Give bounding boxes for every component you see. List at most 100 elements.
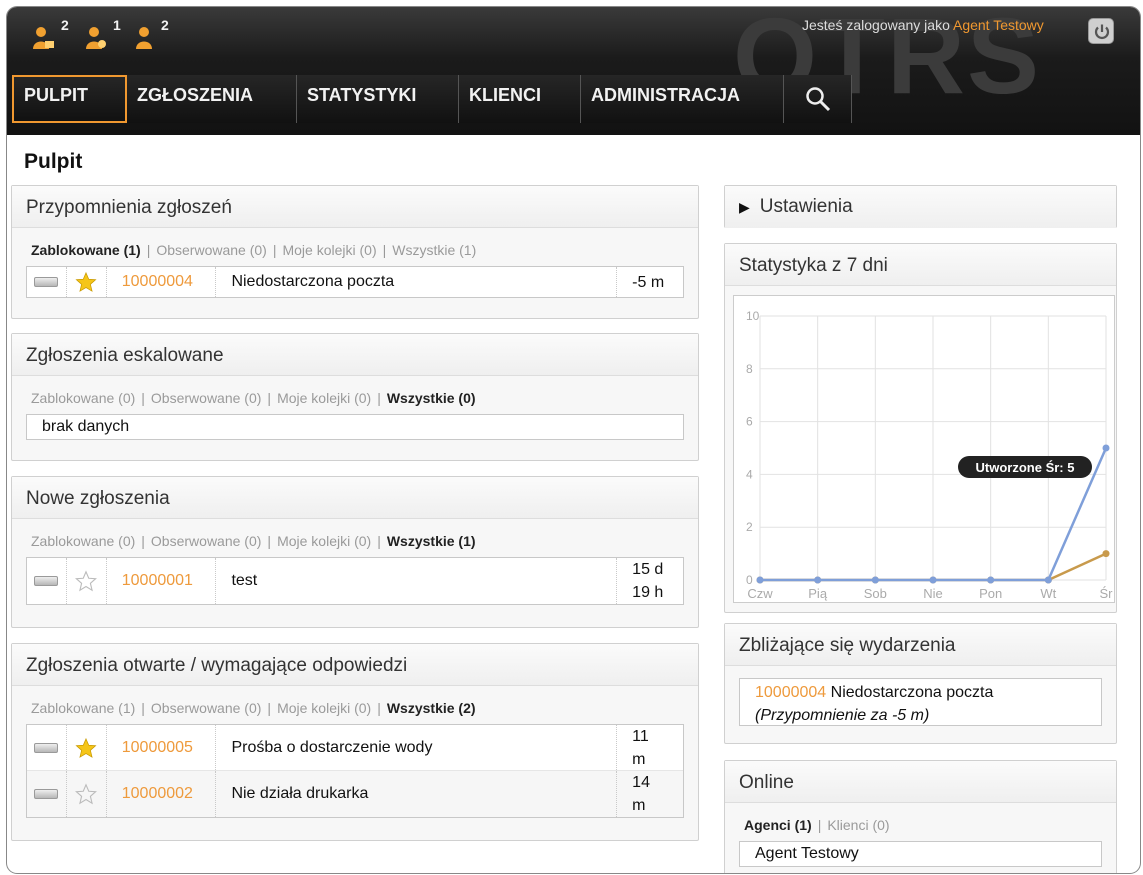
events-widget: Zbliżające się wydarzenia 10000004 Niedo… <box>724 623 1117 744</box>
filter-all[interactable]: Wszystkie (2) <box>387 700 476 716</box>
data-point <box>1102 550 1110 558</box>
filter-locked[interactable]: Zablokowane (0) <box>31 390 135 406</box>
table-row[interactable]: 10000002 Nie działa drukarka 14 m <box>27 771 683 817</box>
star-outline-icon[interactable] <box>67 558 107 604</box>
data-point <box>871 576 879 584</box>
filter-my-queues[interactable]: Moje kolejki (0) <box>277 390 371 406</box>
x-tick-label: Nie <box>923 586 943 601</box>
ticket-age-line: 14 <box>632 774 650 791</box>
reminders-widget: Przypomnienia zgłoszeń Zablokowane (1) | O… <box>11 185 699 319</box>
new-tickets-filters: Zablokowane (0) | Obserwowane (0) | Moje kol… <box>31 533 476 549</box>
settings-widget[interactable]: ▶ Ustawienia <box>724 185 1117 228</box>
star-filled-icon[interactable] <box>67 725 107 770</box>
locked-tickets-icon[interactable]: 2 <box>31 15 71 55</box>
new-tickets-widget: Nowe zgłoszenia Zablokowane (0) | Obserwow… <box>11 476 699 628</box>
power-icon <box>1094 24 1110 39</box>
x-tick-label: Pią <box>808 586 828 601</box>
ticket-title[interactable]: Niedostarczona poczta <box>216 267 618 297</box>
watched-tickets-icon[interactable]: 1 <box>83 15 123 55</box>
ticket-title[interactable]: Prośba o dostarczenie wody <box>216 725 618 770</box>
nav-pulpit[interactable]: PULPIT <box>12 75 127 123</box>
star-filled-icon[interactable] <box>67 267 107 297</box>
filter-my-queues[interactable]: Moje kolejki (0) <box>277 700 371 716</box>
table-row[interactable]: 10000004 Niedostarczona poczta -5 m <box>27 267 683 297</box>
y-tick-label: 6 <box>746 415 753 429</box>
nav-klienci[interactable]: KLIENCI <box>459 75 581 123</box>
data-point <box>1102 444 1110 452</box>
x-tick-label: Śr <box>1100 586 1114 601</box>
header-bar: OTRS 2 1 2 Jesteś zalogowany jako Agent … <box>7 7 1140 135</box>
ticket-number-link[interactable]: 10000005 <box>107 725 217 770</box>
online-widget: Online Agenci (1) | Klienci (0) Agent Test… <box>724 760 1117 873</box>
reminders-title: Przypomnienia zgłoszeń <box>12 186 698 228</box>
new-tickets-title: Nowe zgłoszenia <box>12 477 698 519</box>
filter-locked[interactable]: Zablokowane (0) <box>31 533 135 549</box>
nav-zgloszenia[interactable]: ZGŁOSZENIA <box>127 75 297 123</box>
y-tick-label: 10 <box>746 309 760 323</box>
escalated-title: Zgłoszenia eskalowane <box>12 334 698 376</box>
reminders-table: 10000004 Niedostarczona poczta -5 m <box>26 266 684 298</box>
nav-administracja[interactable]: ADMINISTRACJA <box>581 75 784 123</box>
online-agent: Agent Testowy <box>739 841 1102 867</box>
filter-my-queues[interactable]: Moje kolejki (0) <box>282 242 376 258</box>
online-filters: Agenci (1) | Klienci (0) <box>744 817 890 833</box>
page-title: Pulpit <box>24 150 83 173</box>
settings-toggle[interactable]: ▶ Ustawienia <box>725 186 1116 228</box>
watched-count: 1 <box>113 17 121 33</box>
stats-chart: 0 2 4 6 8 10 Czw Pią Sob Nie Pon Wt Śr Utworzone Śr: … <box>733 295 1115 603</box>
table-row[interactable]: 10000005 Prośba o dostarczenie wody 11 m <box>27 725 683 771</box>
event-item: 10000004 Niedostarczona poczta (Przypomn… <box>739 678 1102 726</box>
filter-watched[interactable]: Obserwowane (0) <box>151 700 262 716</box>
ticket-number-link[interactable]: 10000001 <box>107 558 217 604</box>
y-tick-label: 8 <box>746 362 753 376</box>
responsible-tickets-icon[interactable]: 2 <box>133 15 173 55</box>
ticket-number-link[interactable]: 10000004 <box>107 267 217 297</box>
stats-widget: Statystyka z 7 dni 0 2 4 6 8 10 Czw Pią Sob Nie Po… <box>724 243 1117 613</box>
filter-all[interactable]: Wszystkie (0) <box>387 390 476 406</box>
login-info: Jesteś zalogowany jako Agent Testowy <box>802 17 1044 33</box>
filter-customers[interactable]: Klienci (0) <box>827 817 889 833</box>
filter-locked[interactable]: Zablokowane (1) <box>31 242 141 258</box>
ticket-age-line: m <box>632 750 646 768</box>
nav-search-button[interactable] <box>784 75 852 123</box>
y-tick-label: 0 <box>746 573 753 587</box>
logout-button[interactable] <box>1088 18 1114 44</box>
filter-all[interactable]: Wszystkie (1) <box>392 242 476 258</box>
event-ticket-link[interactable]: 10000004 <box>755 684 826 701</box>
online-title: Online <box>725 761 1116 803</box>
filter-my-queues[interactable]: Moje kolejki (0) <box>277 533 371 549</box>
ticket-age: 15 d 19 h <box>617 558 683 604</box>
nav-statystyki[interactable]: STATYSTYKI <box>297 75 459 123</box>
filter-watched[interactable]: Obserwowane (0) <box>156 242 267 258</box>
agent-name-link[interactable]: Agent Testowy <box>953 17 1044 33</box>
open-tickets-widget: Zgłoszenia otwarte / wymagające odpowied… <box>11 643 699 841</box>
reminders-filters: Zablokowane (1) | Obserwowane (0) | Moje kol… <box>31 242 477 258</box>
triangle-right-icon: ▶ <box>739 199 750 215</box>
table-row[interactable]: 10000001 test 15 d 19 h <box>27 558 683 604</box>
data-point <box>929 576 937 584</box>
data-point <box>756 576 764 584</box>
ticket-title[interactable]: test <box>216 558 618 604</box>
ticket-number-link[interactable]: 10000002 <box>107 771 217 817</box>
open-tickets-title: Zgłoszenia otwarte / wymagające odpowied… <box>12 644 698 686</box>
star-outline-icon[interactable] <box>67 771 107 817</box>
x-tick-label: Sob <box>864 586 887 601</box>
data-point <box>814 576 822 584</box>
search-icon <box>806 87 831 112</box>
ticket-title[interactable]: Nie działa drukarka <box>216 771 618 817</box>
x-tick-label: Wt <box>1040 586 1056 601</box>
filter-all[interactable]: Wszystkie (1) <box>387 533 476 549</box>
open-tickets-table: 10000005 Prośba o dostarczenie wody 11 m… <box>26 724 684 818</box>
no-data-message: brak danych <box>26 414 684 440</box>
y-tick-label: 4 <box>746 467 753 481</box>
filter-watched[interactable]: Obserwowane (0) <box>151 533 262 549</box>
ticket-flag-icon <box>27 725 67 770</box>
x-tick-label: Czw <box>747 586 773 601</box>
settings-label: Ustawienia <box>759 196 853 217</box>
filter-agents[interactable]: Agenci (1) <box>744 817 812 833</box>
escalated-filters: Zablokowane (0) | Obserwowane (0) | Moje kol… <box>31 390 476 406</box>
ticket-age: 11 m <box>617 725 683 770</box>
line-chart: 0 2 4 6 8 10 Czw Pią Sob Nie Pon Wt Śr Utworzone Śr: … <box>746 309 1114 601</box>
filter-watched[interactable]: Obserwowane (0) <box>151 390 262 406</box>
filter-locked[interactable]: Zablokowane (1) <box>31 700 135 716</box>
